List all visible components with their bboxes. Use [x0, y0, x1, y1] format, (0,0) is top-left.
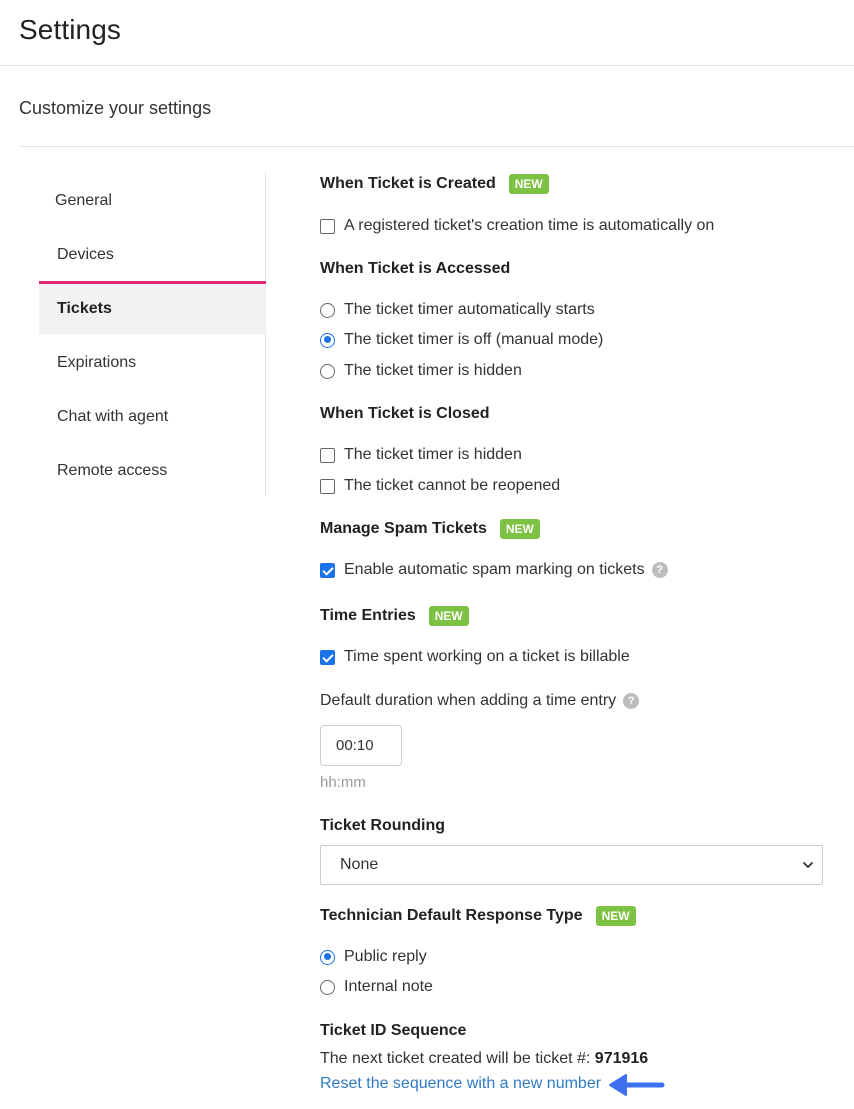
- billable-checkbox[interactable]: [320, 649, 335, 665]
- option-label: The ticket timer is hidden: [344, 446, 522, 463]
- option-label: Public reply: [344, 948, 427, 965]
- timer-auto-start-radio[interactable]: [320, 302, 335, 318]
- subtitle-divider: [19, 146, 854, 147]
- timer-hidden-radio[interactable]: [320, 363, 335, 379]
- sidebar-item-remote-access[interactable]: Remote access: [39, 446, 266, 496]
- option-label: The ticket timer is hidden: [344, 362, 522, 379]
- section-title-time-entries: Time Entries NEW: [320, 604, 469, 628]
- section-title-text: When Ticket is Closed: [320, 405, 490, 422]
- option-label: Internal note: [344, 978, 433, 995]
- next-ticket-number: 971916: [594, 1050, 649, 1067]
- creation-time-checkbox[interactable]: [320, 218, 335, 234]
- sidebar-item-expirations[interactable]: Expirations: [39, 338, 266, 388]
- public-reply-option[interactable]: Public reply: [320, 946, 427, 968]
- cannot-reopen-checkbox[interactable]: [320, 478, 335, 494]
- chevron-down-icon: [803, 862, 813, 868]
- page-title: Settings: [19, 14, 121, 45]
- section-title-created: When Ticket is Created NEW: [320, 172, 549, 196]
- cannot-reopen-option[interactable]: The ticket cannot be reopened: [320, 475, 560, 497]
- next-ticket-label: The next ticket created will be ticket #…: [320, 1050, 591, 1067]
- sidebar-item-label: Expirations: [57, 354, 137, 371]
- field-label: Default duration when adding a time entr…: [320, 692, 617, 709]
- section-title-text: Time Entries: [320, 607, 416, 624]
- public-reply-radio[interactable]: [320, 949, 335, 965]
- internal-note-option[interactable]: Internal note: [320, 976, 433, 998]
- settings-sidebar: General Devices Tickets Expirations Chat…: [39, 172, 266, 496]
- reset-sequence-link[interactable]: Reset the sequence with a new number: [320, 1075, 601, 1093]
- timer-hidden-option[interactable]: The ticket timer is hidden: [320, 360, 522, 382]
- section-title-accessed: When Ticket is Accessed: [320, 257, 510, 281]
- section-title-text: Ticket ID Sequence: [320, 1022, 467, 1039]
- section-title-text: Manage Spam Tickets: [320, 520, 487, 537]
- section-title-closed: When Ticket is Closed: [320, 402, 490, 426]
- section-title-text: Ticket Rounding: [320, 817, 446, 834]
- question-circle-icon[interactable]: ?: [623, 693, 640, 709]
- spam-marking-option[interactable]: Enable automatic spam marking on tickets…: [320, 559, 668, 581]
- closed-timer-hidden-checkbox[interactable]: [320, 447, 335, 463]
- section-title-spam: Manage Spam Tickets NEW: [320, 517, 540, 541]
- sidebar-item-chat-with-agent[interactable]: Chat with agent: [39, 392, 266, 442]
- next-ticket-text: The next ticket created will be ticket #…: [320, 1050, 648, 1068]
- new-badge: NEW: [595, 906, 636, 926]
- timer-auto-start-option[interactable]: The ticket timer automatically starts: [320, 299, 595, 321]
- option-label: The ticket cannot be reopened: [344, 477, 561, 494]
- page-subtitle: Customize your settings: [19, 98, 212, 118]
- creation-time-option[interactable]: A registered ticket's creation time is a…: [320, 215, 714, 237]
- closed-timer-hidden-option[interactable]: The ticket timer is hidden: [320, 444, 522, 466]
- section-title-text: Technician Default Response Type: [320, 907, 583, 924]
- section-title-id-sequence: Ticket ID Sequence: [320, 1019, 466, 1043]
- sidebar-item-label: Chat with agent: [57, 408, 169, 425]
- spam-marking-checkbox[interactable]: [320, 562, 335, 578]
- internal-note-radio[interactable]: [320, 979, 335, 995]
- timer-manual-radio[interactable]: [320, 332, 335, 348]
- select-value: None: [340, 856, 379, 873]
- option-label: Time spent working on a ticket is billab…: [344, 648, 630, 665]
- sidebar-item-label: Tickets: [57, 300, 112, 317]
- new-badge: NEW: [428, 606, 469, 626]
- header-divider: [0, 65, 854, 66]
- new-badge: NEW: [499, 519, 540, 539]
- sidebar-item-general[interactable]: General: [39, 176, 266, 226]
- option-label: A registered ticket's creation time is a…: [344, 217, 715, 234]
- option-label: Enable automatic spam marking on tickets: [344, 561, 645, 578]
- duration-format-hint: hh:mm: [320, 774, 366, 791]
- new-badge: NEW: [508, 174, 549, 194]
- billable-option[interactable]: Time spent working on a ticket is billab…: [320, 646, 630, 668]
- timer-manual-option[interactable]: The ticket timer is off (manual mode): [320, 329, 603, 351]
- sidebar-item-label: General: [55, 192, 112, 209]
- section-title-text: When Ticket is Created: [320, 175, 496, 192]
- section-title-response-type: Technician Default Response Type NEW: [320, 904, 636, 928]
- sidebar-item-label: Devices: [57, 246, 114, 263]
- sidebar-item-devices[interactable]: Devices: [39, 230, 266, 280]
- section-title-rounding: Ticket Rounding: [320, 814, 445, 838]
- default-duration-label: Default duration when adding a time entr…: [320, 690, 640, 712]
- arrow-left-icon: [609, 1074, 665, 1096]
- section-title-text: When Ticket is Accessed: [320, 260, 511, 277]
- sidebar-item-label: Remote access: [57, 462, 168, 479]
- option-label: The ticket timer is off (manual mode): [344, 331, 604, 348]
- sidebar-item-tickets[interactable]: Tickets: [39, 284, 266, 334]
- ticket-rounding-select[interactable]: None: [320, 845, 823, 885]
- option-label: The ticket timer automatically starts: [344, 301, 595, 318]
- default-duration-input[interactable]: 00:10: [320, 725, 402, 766]
- question-circle-icon[interactable]: ?: [651, 562, 668, 578]
